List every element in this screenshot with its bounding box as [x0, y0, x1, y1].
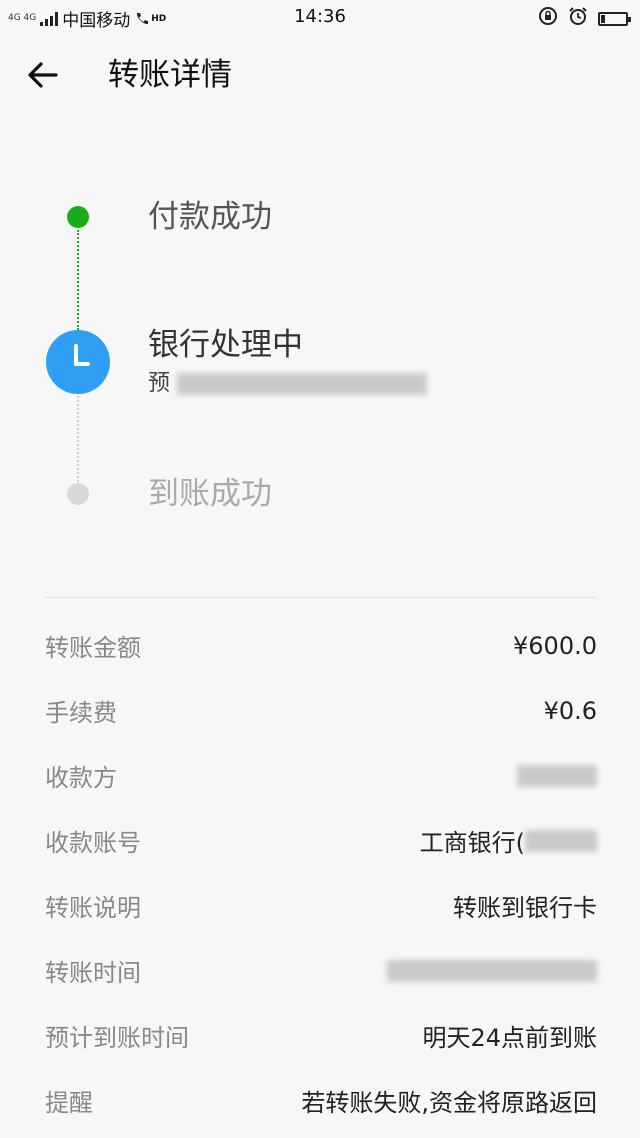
- detail-label: 提醒: [45, 1089, 93, 1117]
- rotation-lock-icon: [538, 6, 558, 31]
- detail-value: [517, 764, 597, 787]
- detail-value: 明天24点前到账: [422, 1024, 597, 1052]
- detail-label: 手续费: [45, 699, 117, 727]
- detail-label: 转账时间: [45, 959, 141, 987]
- detail-label: 转账说明: [45, 894, 141, 922]
- detail-row-account: 收款账号 工商银行(: [45, 808, 597, 873]
- clock-icon: [46, 330, 110, 394]
- redacted-text: [177, 373, 428, 395]
- detail-row-fee: 手续费 ¥0.6: [45, 678, 597, 743]
- detail-value: 若转账失败,资金将原路返回: [301, 1089, 597, 1117]
- redacted-text: [517, 764, 597, 787]
- detail-row-amount: 转账金额 ¥600.0: [45, 613, 597, 678]
- subtitle-text: 预: [148, 371, 171, 396]
- detail-value: 转账到银行卡: [453, 894, 597, 922]
- detail-value: ¥0.6: [543, 696, 597, 725]
- detail-value: 工商银行(: [420, 823, 597, 858]
- detail-label: 收款方: [45, 764, 117, 792]
- account-value: 工商银行(: [419, 829, 525, 857]
- step-connector-done: [77, 230, 79, 330]
- step-processing-subtitle: 预: [148, 370, 428, 398]
- detail-label: 收款账号: [45, 829, 141, 857]
- back-arrow-icon: [28, 62, 58, 88]
- transfer-details: 转账金额 ¥600.0 手续费 ¥0.6 收款方 收款账号 工商银行( 转账说明…: [45, 613, 597, 1133]
- step-bank-processing: 银行处理中: [148, 327, 303, 363]
- detail-row-reminder: 提醒 若转账失败,资金将原路返回: [45, 1068, 597, 1133]
- status-bar: 4G 4G 中国移动 HD 14:36: [0, 0, 640, 34]
- step-connector-pending: [77, 396, 79, 482]
- detail-label: 转账金额: [45, 634, 141, 662]
- detail-row-eta: 预计到账时间 明天24点前到账: [45, 1003, 597, 1068]
- battery-icon: [598, 11, 631, 26]
- step-pending-dot: [67, 483, 89, 505]
- redacted-text: [525, 829, 597, 852]
- header: 转账详情: [0, 34, 640, 114]
- redacted-text: [387, 959, 597, 982]
- step-arrival-success: 到账成功: [148, 476, 272, 512]
- detail-value: [387, 959, 597, 982]
- step-done-dot: [67, 206, 89, 228]
- page-title: 转账详情: [108, 57, 232, 93]
- alarm-icon: [568, 6, 588, 31]
- divider: [45, 597, 597, 598]
- transfer-progress: 付款成功 银行处理中 预 到账成功: [0, 160, 640, 540]
- status-right: [538, 6, 631, 31]
- detail-label: 预计到账时间: [45, 1024, 189, 1052]
- detail-row-payee: 收款方: [45, 743, 597, 808]
- step-payment-success: 付款成功: [148, 199, 272, 235]
- detail-row-note: 转账说明 转账到银行卡: [45, 873, 597, 938]
- detail-row-time: 转账时间: [45, 938, 597, 1003]
- back-button[interactable]: [22, 54, 64, 96]
- detail-value: ¥600.0: [513, 631, 597, 660]
